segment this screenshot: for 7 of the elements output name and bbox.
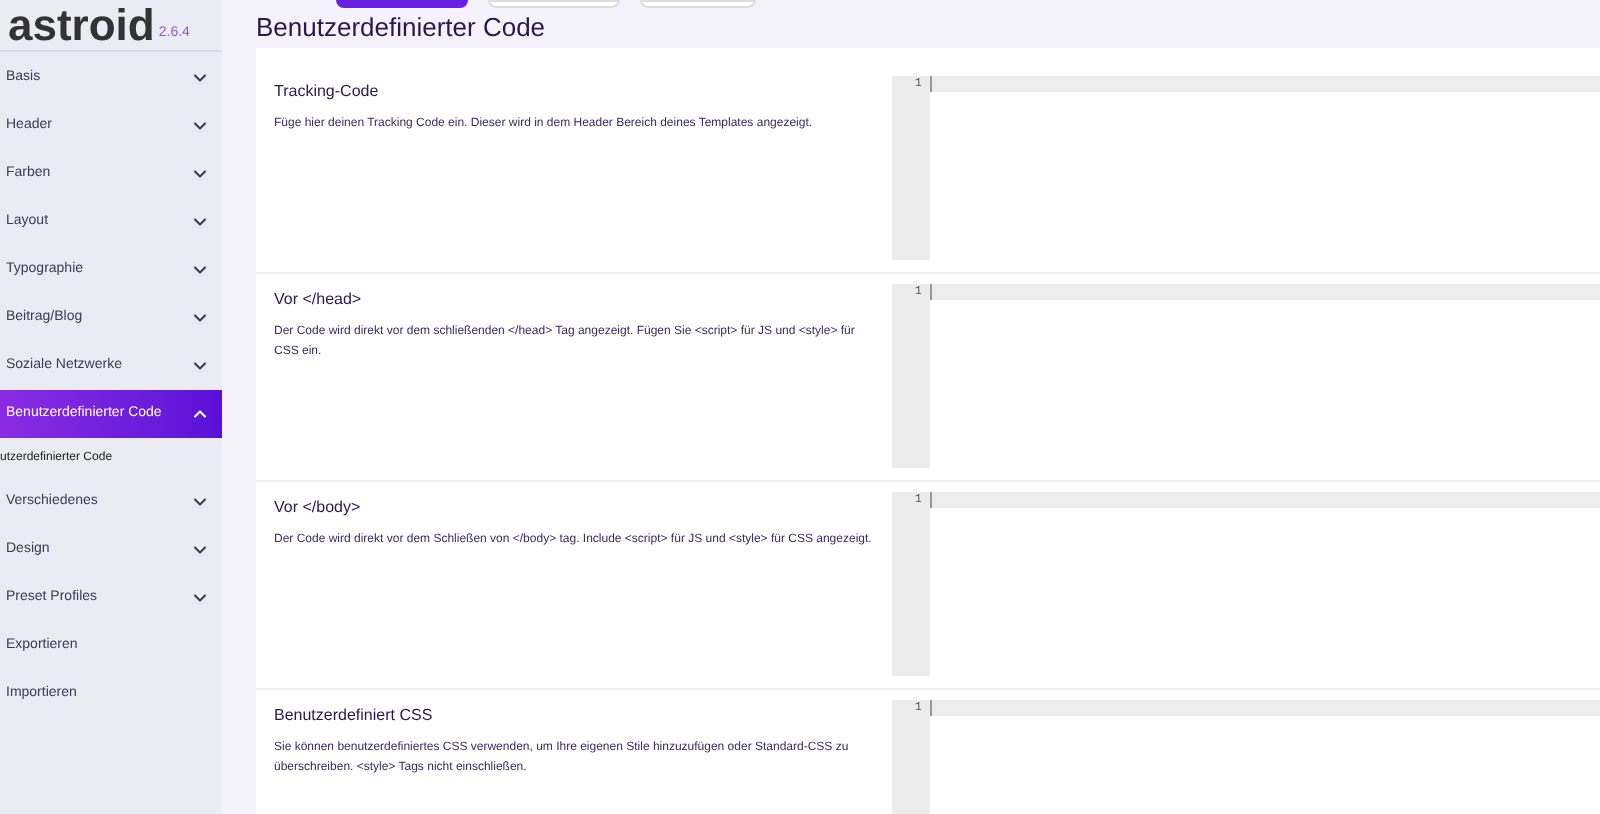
- page-title: Benutzerdefinierter Code: [256, 10, 548, 46]
- section-title: Vor </body>: [274, 495, 363, 519]
- section-title: Tracking-Code: [274, 79, 381, 103]
- toolbar-button[interactable]: [336, 0, 468, 8]
- section-title: Benutzerdefiniert CSS: [274, 703, 435, 727]
- section-title: Vor </head>: [274, 287, 364, 311]
- logo-text: astroid: [8, 2, 155, 50]
